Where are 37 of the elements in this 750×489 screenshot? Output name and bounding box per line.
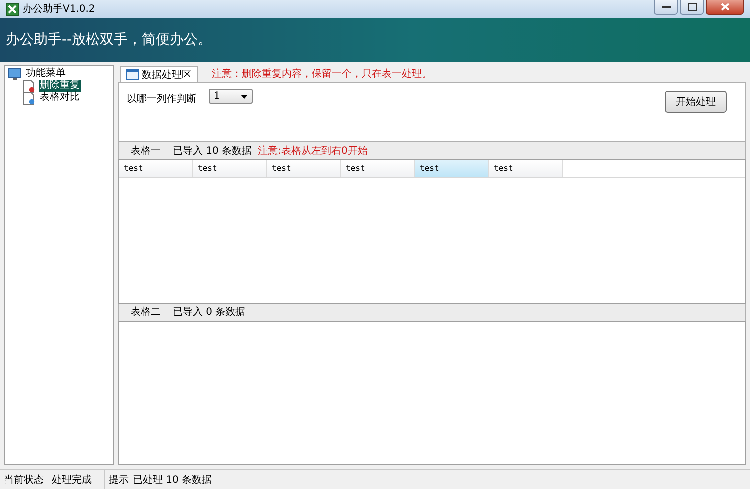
field-label: 以哪一列作判断: [127, 92, 197, 106]
hint-value: 已处理 10 条数据: [133, 474, 212, 486]
computer-icon: [8, 68, 22, 80]
close-icon: [720, 3, 730, 11]
column-header[interactable]: test: [489, 160, 563, 177]
tree-item[interactable]: 删除重复: [39, 80, 81, 92]
column-header[interactable]: test: [267, 160, 341, 177]
document-icon: [22, 92, 36, 104]
maximize-button[interactable]: [680, 0, 704, 15]
import-count: 已导入 10 条数据: [173, 144, 252, 158]
notice-text: 注意：删除重复内容，保留一个，只在表一处理。: [212, 68, 432, 80]
minimize-button[interactable]: [654, 0, 678, 15]
minimize-icon: [662, 5, 670, 9]
window-icon: [126, 69, 139, 80]
tree-item[interactable]: 功能菜单: [25, 68, 67, 80]
column-header[interactable]: test: [341, 160, 415, 177]
tab[interactable]: 数据处理区: [120, 66, 198, 82]
status-value: 处理完成: [52, 474, 92, 486]
table-title: 表格二: [131, 306, 161, 319]
window-title: 办公助手V1.0.2: [23, 2, 96, 16]
column-header[interactable]: test: [415, 160, 489, 177]
column-header[interactable]: test: [119, 160, 193, 177]
column-header[interactable]: test: [193, 160, 267, 177]
column-dropdown[interactable]: 1: [209, 89, 253, 104]
banner-title: 办公助手--放松双手，简便办公。: [6, 31, 212, 49]
hint-label: 提示: [109, 474, 129, 486]
import-count: 已导入 0 条数据: [173, 306, 246, 319]
tree-item[interactable]: 表格对比: [39, 92, 81, 104]
start-button[interactable]: 开始处理: [665, 91, 727, 113]
document-icon: [22, 80, 36, 92]
close-button[interactable]: [706, 0, 744, 15]
app-icon: [6, 2, 19, 16]
table-title: 表格一: [131, 144, 161, 158]
table-note: 注意:表格从左到右0开始: [258, 144, 368, 158]
status-label: 当前状态: [4, 474, 44, 486]
maximize-icon: [688, 3, 696, 11]
caret-icon: [241, 94, 248, 98]
